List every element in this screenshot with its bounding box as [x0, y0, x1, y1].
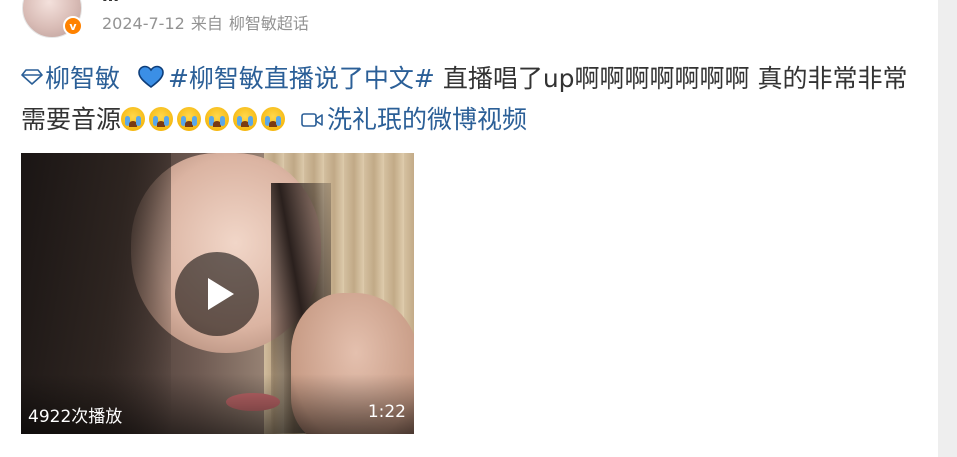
crying-emoji-icon	[205, 107, 230, 131]
verified-badge-icon: v	[63, 16, 83, 36]
source-prefix: 来自	[190, 14, 223, 33]
topic-user-link[interactable]: 柳智敏	[21, 64, 128, 93]
play-count: 4922次播放	[28, 407, 123, 427]
diamond-icon	[21, 69, 43, 85]
topic-tag-link[interactable]: #柳智敏直播说了中文#	[168, 64, 435, 93]
crying-emoji-icon	[149, 107, 174, 131]
crying-emoji-icon	[177, 107, 202, 131]
weibo-post-card: v … 2024-7-12 来自柳智敏超话 柳智敏 #柳智敏直播说了中文# 直播唱…	[0, 0, 938, 457]
post-date[interactable]: 2024-7-12	[102, 14, 185, 33]
play-button[interactable]	[175, 252, 259, 336]
crying-emoji-icon	[233, 107, 258, 131]
source-link[interactable]: 柳智敏超话	[229, 14, 309, 33]
video-link-label: 洗礼珉的微博视频	[327, 105, 528, 134]
play-icon	[208, 278, 234, 310]
page-gutter	[938, 0, 957, 457]
post-meta: 2024-7-12 来自 柳智敏超话	[102, 10, 315, 34]
crying-emoji-icon	[261, 107, 286, 131]
post-text: 柳智敏 #柳智敏直播说了中文# 直播唱了up啊啊啊啊啊啊啊 真的非常非常需要音源…	[21, 58, 921, 140]
video-duration: 1:22	[367, 402, 406, 422]
video-camera-icon	[301, 113, 323, 127]
emoji-group	[121, 105, 289, 134]
username[interactable]: …	[102, 0, 119, 6]
crying-emoji-icon	[121, 107, 146, 131]
blue-heart-icon	[138, 65, 164, 89]
video-player[interactable]: 4922次播放 1:22	[21, 153, 414, 434]
video-link[interactable]: 洗礼珉的微博视频	[289, 105, 527, 134]
topic-user-label: 柳智敏	[45, 64, 121, 93]
